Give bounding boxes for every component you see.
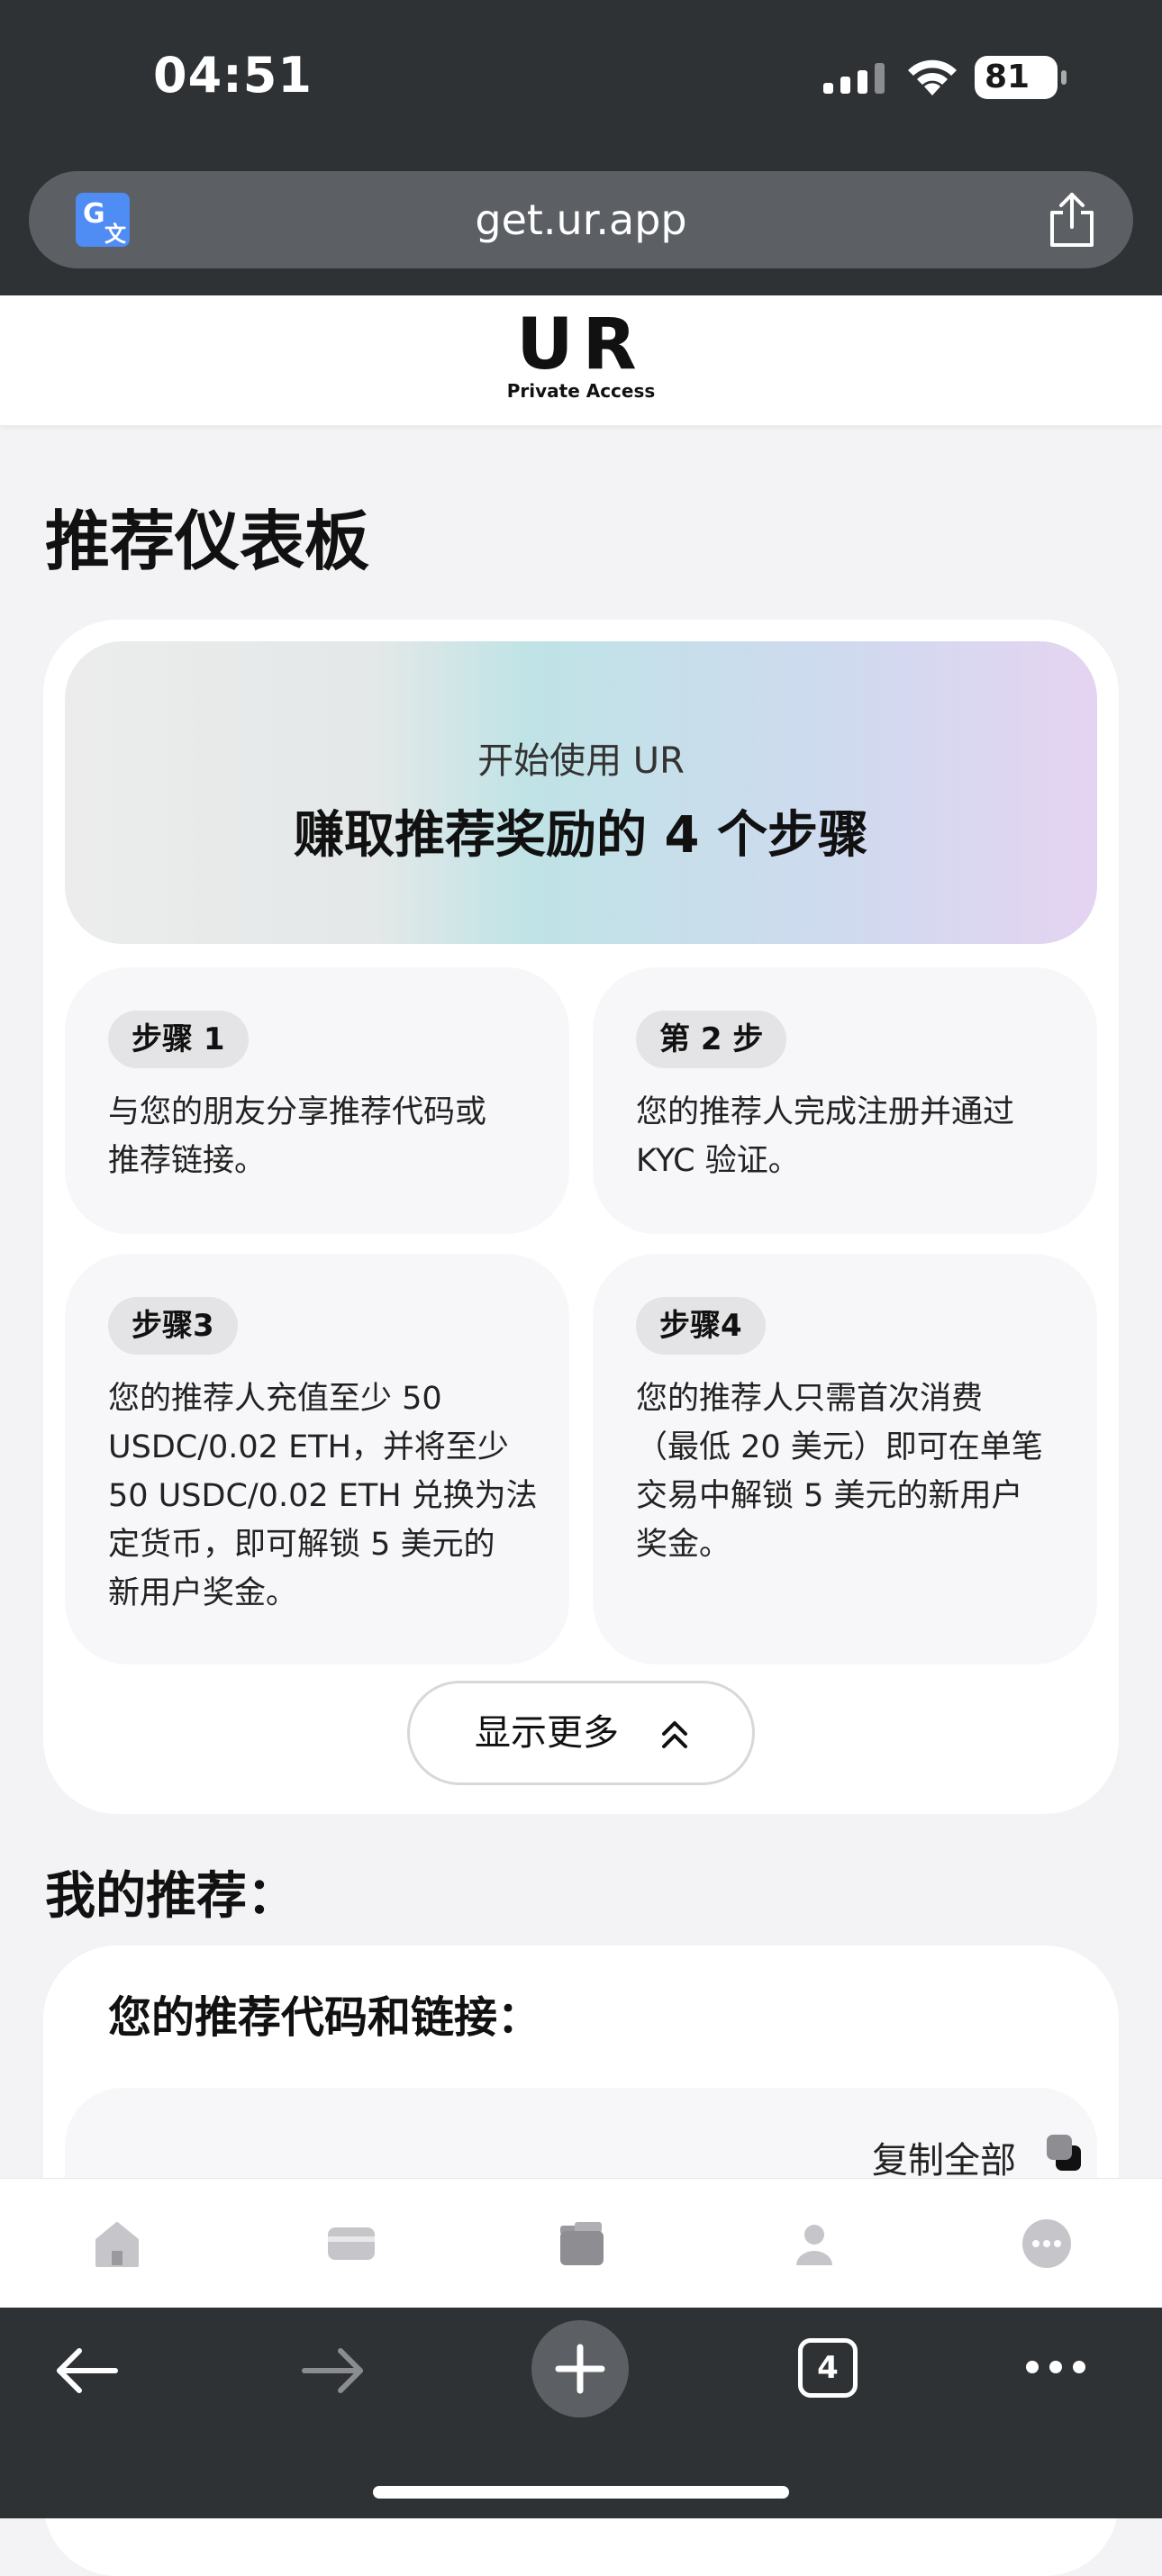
ur-logo[interactable]: UR — [0, 304, 1162, 385]
home-indicator — [373, 2486, 789, 2499]
show-more-button[interactable]: 显示更多 — [407, 1681, 755, 1785]
show-more-label: 显示更多 — [475, 1712, 619, 1754]
card-icon[interactable] — [324, 2217, 378, 2271]
step-text: 与您的朋友分享推荐代码或 推荐链接。 — [108, 1094, 487, 1179]
forward-arrow-icon[interactable] — [299, 2344, 368, 2398]
step-text: 您的推荐人充值至少 50 USDC/0.02 ETH，并将至少 50 USDC/… — [108, 1381, 538, 1611]
cellular-signal-icon — [823, 63, 885, 94]
site-bottom-nav — [0, 2178, 1162, 2308]
back-arrow-icon[interactable] — [52, 2344, 121, 2398]
browser-top-chrome: 04:51 81 G 文 get.ur.app — [0, 0, 1162, 295]
steps-hero-banner: 开始使用 UR 赚取推荐奖励的 4 个步骤 — [65, 641, 1097, 944]
double-chevron-up-icon — [662, 1721, 687, 1748]
step-badge: 步骤4 — [636, 1297, 766, 1355]
logo-subtitle: Private Access — [506, 380, 656, 402]
step-card-3: 步骤3 您的推荐人充值至少 50 USDC/0.02 ETH，并将至少 50 U… — [65, 1254, 569, 1664]
profile-icon[interactable] — [787, 2217, 841, 2271]
step-badge: 步骤 1 — [108, 1011, 249, 1068]
hero-title: 赚取推荐奖励的 4 个步骤 — [294, 806, 868, 865]
step-badge: 第 2 步 — [636, 1011, 787, 1068]
more-icon[interactable] — [1020, 2217, 1074, 2271]
url-text[interactable]: get.ur.app — [29, 171, 1133, 268]
step-text: 您的推荐人只需首次消费 （最低 20 美元）即可在单笔 交易中解锁 5 美元的新… — [636, 1381, 1043, 1563]
new-tab-plus-icon[interactable] — [531, 2320, 629, 2417]
battery-indicator: 81 — [975, 56, 1067, 99]
share-icon[interactable] — [1045, 191, 1099, 249]
wifi-icon — [908, 59, 957, 95]
step-card-4: 步骤4 您的推荐人只需首次消费 （最低 20 美元）即可在单笔 交易中解锁 5 … — [593, 1254, 1097, 1664]
referral-code-title: 您的推荐代码和链接： — [108, 1992, 541, 2043]
copy-icon[interactable] — [1045, 2133, 1083, 2172]
step-text: 您的推荐人完成注册并通过 KYC 验证。 — [636, 1094, 1015, 1179]
more-dots-icon[interactable] — [1023, 2356, 1088, 2378]
step-badge: 步骤3 — [108, 1297, 238, 1355]
battery-level: 81 — [984, 59, 1030, 95]
hero-subtitle: 开始使用 UR — [477, 740, 685, 782]
step-card-2: 第 2 步 您的推荐人完成注册并通过 KYC 验证。 — [593, 967, 1097, 1234]
my-referrals-title: 我的推荐： — [45, 1867, 297, 1926]
tabs-button[interactable]: 4 — [798, 2338, 858, 2398]
home-icon[interactable] — [90, 2217, 144, 2271]
step-card-1: 步骤 1 与您的朋友分享推荐代码或 推荐链接。 — [65, 967, 569, 1234]
copy-all-button[interactable]: 复制全部 — [872, 2131, 1016, 2183]
address-bar[interactable]: G 文 get.ur.app — [29, 171, 1133, 268]
wallet-icon[interactable] — [555, 2217, 609, 2271]
status-time: 04:51 — [153, 47, 313, 104]
page-title: 推荐仪表板 — [45, 503, 370, 579]
site-header: UR Private Access — [0, 295, 1162, 425]
referral-steps-card: 开始使用 UR 赚取推荐奖励的 4 个步骤 步骤 1 与您的朋友分享推荐代码或 … — [43, 620, 1119, 1814]
